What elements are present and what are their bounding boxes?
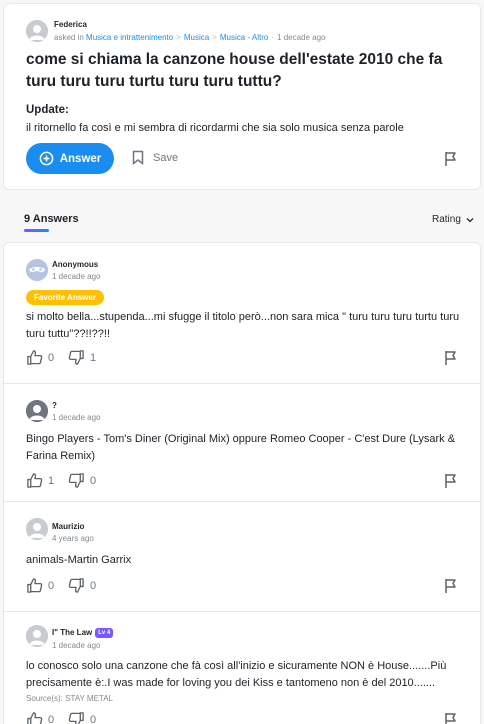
answers-count-number: 9 xyxy=(24,213,31,225)
flag-icon[interactable] xyxy=(444,473,458,489)
answers-count-label: Answers xyxy=(32,213,79,225)
sort-label: Rating xyxy=(432,214,461,225)
dislike-count: 0 xyxy=(90,713,97,724)
flag-icon[interactable] xyxy=(444,151,458,167)
author-avatar[interactable] xyxy=(26,20,48,42)
like-button[interactable]: 0 xyxy=(26,349,54,366)
breadcrumb-category[interactable]: Musica e intrattenimento xyxy=(86,33,173,42)
like-count: 0 xyxy=(48,579,55,592)
dislike-count: 1 xyxy=(90,351,97,364)
user-avatar-icon xyxy=(26,20,48,42)
breadcrumb-topic[interactable]: Musica - Altro xyxy=(220,33,268,42)
like-count: 0 xyxy=(48,713,55,724)
dislike-count: 0 xyxy=(90,474,97,487)
thumbs-up-icon xyxy=(27,578,43,593)
question-card: Federica asked in Musica e intrattenimen… xyxy=(3,3,481,190)
answer-text: animals-Martin Garrix xyxy=(26,554,132,566)
chevron-down-icon xyxy=(466,217,474,222)
dislike-button[interactable]: 1 xyxy=(68,349,96,366)
answer-author[interactable]: ? xyxy=(52,401,57,410)
answer-text: si molto bella...stupenda...mi sfugge il… xyxy=(26,311,460,340)
answer-card: ? 1 decade ago Bingo Players - Tom's Din… xyxy=(3,383,481,501)
like-count: 1 xyxy=(48,474,55,487)
answer-author[interactable]: I" The Law Lv 4 xyxy=(52,628,114,638)
answer-author-name: I" The Law xyxy=(52,628,93,638)
author-avatar[interactable] xyxy=(26,259,48,281)
user-avatar-icon xyxy=(26,518,48,540)
flag-icon[interactable] xyxy=(444,712,458,724)
question-time: 1 decade ago xyxy=(277,33,326,42)
author-avatar[interactable] xyxy=(26,400,48,422)
author-avatar[interactable] xyxy=(26,518,48,540)
breadcrumb-separator: > xyxy=(176,33,181,42)
plus-circle-icon xyxy=(39,151,54,166)
flag-icon[interactable] xyxy=(444,578,458,594)
answer-button-label: Answer xyxy=(59,152,102,165)
meta-dot: · xyxy=(271,33,275,42)
question-title: come si chiama la canzone house dell'est… xyxy=(26,51,443,90)
breadcrumb-subcategory[interactable]: Musica xyxy=(184,33,209,42)
like-button[interactable]: 0 xyxy=(26,711,54,724)
thumbs-down-icon xyxy=(68,578,84,593)
answer-button[interactable]: Answer xyxy=(26,143,114,174)
question-author[interactable]: Federica xyxy=(54,20,87,29)
like-count: 0 xyxy=(48,351,55,364)
answer-text: lo conosco solo una canzone che fà così … xyxy=(26,660,447,689)
answer-text: Bingo Players - Tom's Diner (Original Mi… xyxy=(26,433,456,462)
like-button[interactable]: 0 xyxy=(26,577,54,594)
answer-time: 4 years ago xyxy=(52,534,94,543)
favorite-answer-badge: Favorite Answer xyxy=(26,290,104,305)
dislike-button[interactable]: 0 xyxy=(68,472,96,489)
answer-source: Source(s): STAY METAL xyxy=(26,694,113,703)
author-avatar[interactable] xyxy=(26,625,48,647)
answer-author[interactable]: Maurizio xyxy=(52,522,84,531)
answer-time: 1 decade ago xyxy=(52,641,101,650)
question-meta: asked in Musica e intrattenimento > Musica… xyxy=(54,33,326,42)
asked-in-label: asked in xyxy=(54,33,84,42)
thumbs-up-icon xyxy=(27,350,43,365)
bookmark-icon xyxy=(132,150,144,165)
dislike-button[interactable]: 0 xyxy=(68,711,96,724)
answers-count: 9 Answers xyxy=(24,213,79,225)
breadcrumb-separator: > xyxy=(212,33,217,42)
like-button[interactable]: 1 xyxy=(26,472,54,489)
save-button[interactable]: Save xyxy=(132,150,178,165)
thumbs-down-icon xyxy=(68,350,84,365)
dislike-count: 0 xyxy=(90,579,97,592)
thumbs-down-icon xyxy=(68,712,84,724)
dislike-button[interactable]: 0 xyxy=(68,577,96,594)
thumbs-up-icon xyxy=(27,473,43,488)
save-button-label: Save xyxy=(153,151,179,164)
thumbs-down-icon xyxy=(68,473,84,488)
update-label: Update: xyxy=(26,104,69,116)
answer-author[interactable]: Anonymous xyxy=(52,260,98,269)
answers-tab-underline xyxy=(24,229,49,232)
answer-card: I" The Law Lv 4 1 decade ago lo conosco s… xyxy=(3,611,481,724)
sort-dropdown[interactable]: Rating xyxy=(432,214,474,225)
answer-card: Maurizio 4 years ago animals-Martin Garr… xyxy=(3,501,481,611)
flag-icon[interactable] xyxy=(444,350,458,366)
thumbs-up-icon xyxy=(27,712,43,724)
user-avatar-icon xyxy=(26,625,48,647)
answer-card: Anonymous 1 decade ago Favorite Answer s… xyxy=(3,242,481,383)
anonymous-mask-icon xyxy=(26,259,48,281)
answer-time: 1 decade ago xyxy=(52,272,101,281)
answer-time: 1 decade ago xyxy=(52,413,101,422)
level-badge: Lv 4 xyxy=(95,628,114,638)
user-avatar-icon xyxy=(26,400,48,422)
update-text: il ritornello fa così e mi sembra di ric… xyxy=(26,122,404,134)
